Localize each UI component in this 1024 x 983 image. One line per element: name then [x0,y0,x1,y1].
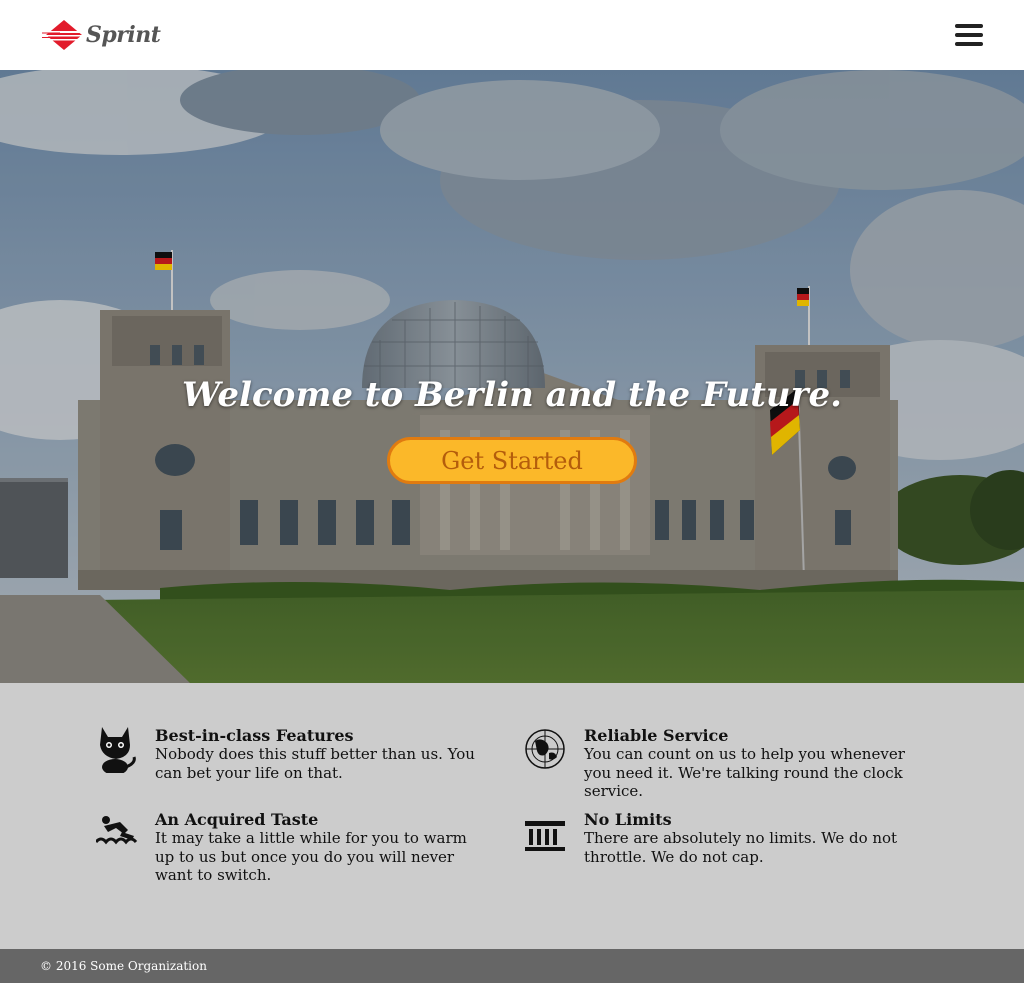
feature-title: Best-in-class Features [155,726,354,745]
globe-icon [525,729,565,769]
cat-icon [100,727,136,773]
site-header: Sprint [0,0,1024,70]
feature-title: Reliable Service [584,726,729,745]
feature-title: No Limits [584,810,672,829]
hamburger-menu-icon[interactable] [953,22,985,48]
sprint-diamond-icon [42,20,86,50]
menu-bar [955,33,983,37]
swimmer-icon [96,816,138,845]
hero-title: Welcome to Berlin and the Future. [182,375,842,415]
menu-bar [955,42,983,46]
sprint-logo[interactable]: Sprint [42,18,161,52]
get-started-button[interactable]: Get Started [387,437,637,484]
menu-bar [955,24,983,28]
feature-description: There are absolutely no limits. We do no… [584,829,898,866]
site-footer: © 2016 Some Organization [0,949,1024,983]
copyright-text: © 2016 Some Organization [40,959,207,973]
feature-description: Nobody does this stuff better than us. Y… [155,745,475,782]
feature-title: An Acquired Taste [155,810,319,829]
feature-description: It may take a little while for you to wa… [155,829,467,884]
logo-wordmark: Sprint [86,22,161,48]
feature-description: You can count on us to help you whenever… [584,745,905,800]
columns-building-icon [525,821,565,851]
hero-section: Welcome to Berlin and the Future. Get St… [0,70,1024,683]
features-section: Best-in-class Features Nobody does this … [0,683,1024,949]
